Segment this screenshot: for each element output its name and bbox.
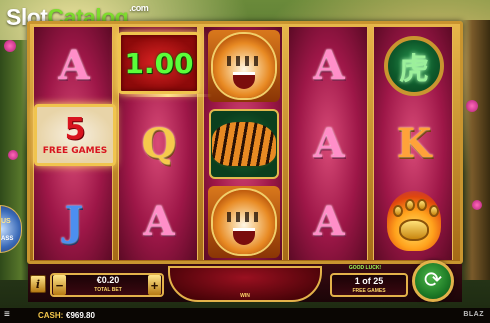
- good-luck-message: GOOD LUCK!: [348, 265, 382, 271]
- symbol-cell: A: [289, 105, 369, 182]
- spin-button[interactable]: ⟳: [412, 260, 454, 302]
- medallion-glyph: 虎: [399, 51, 429, 87]
- total-bet-label: TOTAL BET: [94, 287, 122, 293]
- info-icon: i: [35, 277, 41, 291]
- walking-tiger-symbol: [209, 108, 279, 179]
- reel-4: A A A: [288, 27, 368, 260]
- reel-3: [203, 27, 283, 260]
- total-bet-value: €0.20: [96, 275, 120, 285]
- symbol-cell: [204, 105, 284, 182]
- plus-icon: +: [150, 277, 159, 293]
- jade-medallion-symbol: 虎: [384, 35, 444, 96]
- walking-tiger-icon: [212, 121, 276, 166]
- symbol-cell: A: [289, 183, 369, 260]
- tiger-symbol: [208, 185, 280, 258]
- flower-decoration: [472, 200, 482, 210]
- symbol-a: A: [58, 41, 90, 89]
- symbol-q: Q: [141, 119, 177, 167]
- symbol-cell: K: [374, 105, 454, 182]
- provider-logo: BLAZ: [463, 311, 484, 318]
- tiger-face-icon: [213, 33, 275, 98]
- flower-decoration: [8, 150, 18, 160]
- symbol-cell: A: [119, 183, 199, 260]
- minus-icon: −: [55, 277, 64, 293]
- symbol-cell: [204, 183, 284, 260]
- symbol-cell: 虎: [374, 27, 454, 104]
- tiger-face-icon: [213, 189, 275, 254]
- free-games-count-label: FREE GAMES: [352, 288, 386, 294]
- multiplier-symbol: 1.00: [118, 32, 200, 94]
- symbol-cell: J: [34, 183, 114, 260]
- symbol-cell: [374, 183, 454, 260]
- side-badge-top-text: US: [1, 218, 11, 225]
- tiger-symbol: [208, 29, 280, 102]
- symbol-cell: [204, 27, 284, 104]
- symbol-cell: A: [289, 27, 369, 104]
- flower-decoration: [466, 100, 478, 112]
- golden-paw-icon: [383, 190, 445, 253]
- reel-5: 虎 K: [373, 27, 453, 260]
- free-games-count: 1 of 25: [354, 276, 384, 286]
- symbol-k: K: [396, 119, 432, 167]
- symbol-cell: Q: [119, 105, 199, 182]
- bet-decrease-button[interactable]: −: [53, 275, 66, 295]
- symbol-j: J: [64, 197, 84, 245]
- cash-label: CASH:: [38, 311, 64, 320]
- free-games-symbol: 5 FREE GAMES: [34, 104, 116, 166]
- bet-increase-button[interactable]: +: [148, 275, 161, 295]
- spin-arrows-icon: ⟳: [423, 268, 443, 293]
- info-button[interactable]: i: [30, 275, 46, 293]
- flower-decoration: [4, 40, 16, 52]
- symbol-a: A: [143, 197, 175, 245]
- side-badge-bottom-text: ASS: [1, 236, 14, 242]
- menu-icon[interactable]: ≡: [4, 309, 10, 320]
- multiplier-value: 1.00: [124, 46, 194, 80]
- symbol-cell: A: [34, 27, 114, 104]
- win-line-glow: [124, 94, 212, 97]
- jungle-foliage-right: [460, 20, 490, 280]
- free-games-symbol-label: FREE GAMES: [42, 145, 108, 156]
- watermark-suffix: .com: [129, 3, 149, 13]
- win-label: WIN: [240, 293, 250, 299]
- cash-value: €969.80: [66, 311, 95, 320]
- symbol-a: A: [313, 197, 345, 245]
- symbol-a: A: [313, 119, 345, 167]
- symbol-a: A: [313, 41, 345, 89]
- free-games-number: 5: [64, 111, 86, 147]
